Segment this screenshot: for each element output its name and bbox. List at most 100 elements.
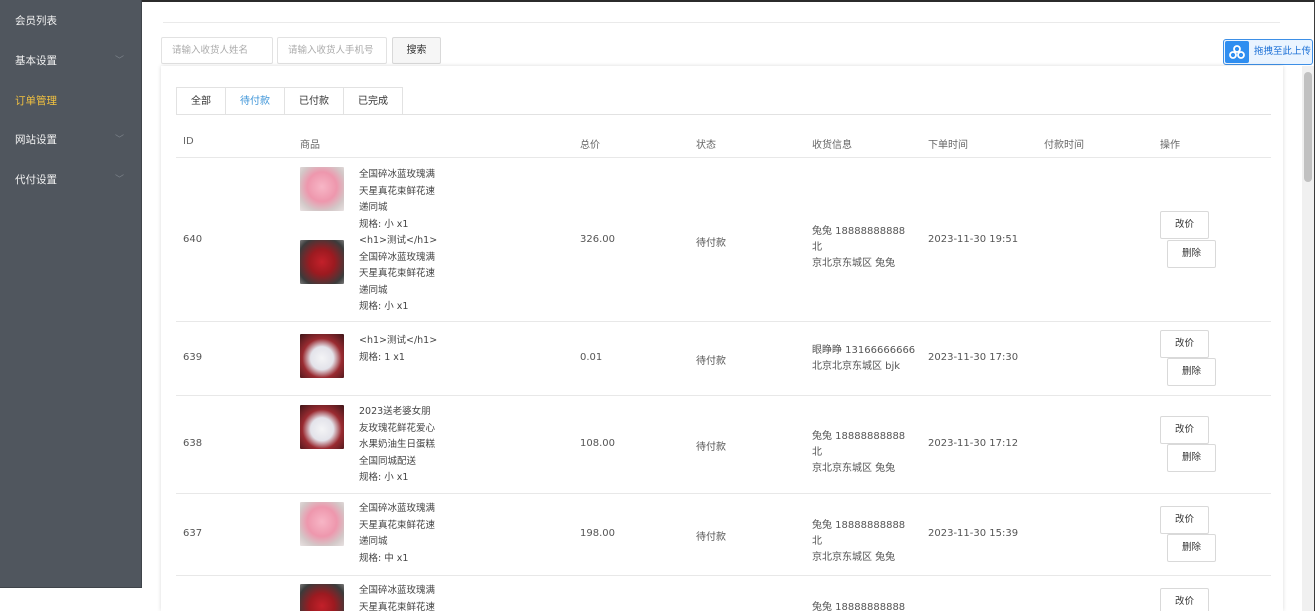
sidebar-item-label: 基本设置 bbox=[15, 55, 57, 67]
table-row: 2023送老婆女朋 友玫瑰花鲜花爱心 水果奶油生日蛋糕 全国同城配送 规格: 小… bbox=[176, 396, 1271, 494]
order-id: 640 bbox=[183, 234, 203, 245]
order-total: 326.00 bbox=[580, 234, 615, 245]
table-row: 全国碎冰蓝玫瑰满 天星真花束鲜花速 兔兔 18888888888 北 改价 bbox=[176, 576, 1271, 611]
chevron-down-icon: ﹀ bbox=[114, 135, 124, 145]
product-spec: 规格: 中 x1 bbox=[359, 552, 409, 564]
window-top-border bbox=[0, 0, 1315, 2]
receiver-line: 兔兔 18888888888 北 bbox=[812, 431, 906, 458]
header-divider bbox=[163, 22, 1280, 23]
table-row: <h1>测试</h1> 规格: 1 x1 639 0.01 待付款 眼睁睁 13… bbox=[176, 322, 1271, 396]
order-time: 2023-11-30 15:39 bbox=[928, 528, 1019, 539]
order-id: 639 bbox=[183, 352, 203, 363]
tabs-divider bbox=[176, 114, 1271, 115]
order-status: 待付款 bbox=[696, 238, 726, 249]
product-text: 全国碎冰蓝玫瑰满 天星真花束鲜花速 bbox=[359, 583, 449, 611]
drag-upload-button[interactable]: 拖拽至此上传 bbox=[1223, 39, 1313, 65]
product-text: 2023送老婆女朋 友玫瑰花鲜花爱心 水果奶油生日蛋糕 全国同城配送 规格: 小… bbox=[359, 404, 449, 487]
product-image bbox=[300, 167, 344, 211]
table-row: 全国碎冰蓝玫瑰满 天星真花束鲜花速 递同城 规格: 中 x1 637 198.0… bbox=[176, 494, 1271, 576]
edit-price-button[interactable]: 改价 bbox=[1160, 416, 1209, 444]
order-status: 待付款 bbox=[696, 532, 726, 543]
product-line: <h1>测试</h1> bbox=[359, 235, 438, 246]
receiver-line: 北京北京东城区 bjk bbox=[812, 361, 901, 372]
tab-all[interactable]: 全部 bbox=[176, 87, 226, 115]
receiver-phone-input[interactable]: 请输入收货人手机号 bbox=[277, 37, 387, 64]
table-header: ID 商品 总价 状态 收货信息 下单时间 付款时间 操作 bbox=[176, 128, 1271, 158]
product-text: <h1>测试</h1> 规格: 1 x1 bbox=[359, 333, 449, 366]
sidebar-item-proxy-pay-settings[interactable]: 代付设置 ﹀ bbox=[0, 161, 141, 201]
product-spec: 规格: 小 x1 bbox=[359, 218, 409, 230]
product-image bbox=[300, 240, 344, 284]
product-line: 全国同城配送 bbox=[359, 455, 417, 467]
edit-price-button[interactable]: 改价 bbox=[1160, 588, 1209, 611]
sidebar-item-basic-settings[interactable]: 基本设置 ﹀ bbox=[0, 42, 141, 82]
receiver-info: 兔兔 18888888888 北 京北京东城区 兔兔 bbox=[812, 429, 916, 477]
product-image bbox=[300, 584, 344, 611]
order-status: 待付款 bbox=[696, 442, 726, 453]
header-product: 商品 bbox=[300, 140, 320, 151]
sidebar-item-orders[interactable]: 订单管理 bbox=[0, 82, 141, 122]
order-time: 2023-11-30 17:12 bbox=[928, 438, 1019, 449]
sidebar-item-members[interactable]: 会员列表 bbox=[0, 0, 141, 42]
receiver-line: 京北京东城区 兔兔 bbox=[812, 258, 896, 269]
product-image bbox=[300, 405, 344, 449]
product-line: 全国碎冰蓝玫瑰满 bbox=[359, 503, 436, 514]
header-pay-time: 付款时间 bbox=[1044, 140, 1084, 151]
delete-button[interactable]: 删除 bbox=[1167, 240, 1216, 268]
product-line: 全国碎冰蓝玫瑰满 bbox=[359, 585, 436, 596]
scrollbar-thumb[interactable] bbox=[1304, 72, 1312, 182]
receiver-name-input[interactable]: 请输入收货人姓名 bbox=[161, 37, 273, 64]
receiver-info: 兔兔 18888888888 北 京北京东城区 兔兔 bbox=[812, 518, 916, 566]
product-line: 全国碎冰蓝玫瑰满 bbox=[359, 169, 436, 180]
product-line: 友玫瑰花鲜花爱心 bbox=[359, 422, 436, 434]
product-spec: 规格: 小 x1 bbox=[359, 472, 409, 483]
tab-paid[interactable]: 已付款 bbox=[285, 87, 344, 115]
cloud-upload-icon bbox=[1225, 41, 1249, 63]
sidebar-item-label: 代付设置 bbox=[15, 173, 57, 186]
product-line: 2023送老婆女朋 bbox=[359, 406, 431, 417]
receiver-info: 眼睁睁 13166666666 北京北京东城区 bjk bbox=[812, 343, 916, 375]
delete-button[interactable]: 删除 bbox=[1167, 444, 1216, 472]
product-text: 全国碎冰蓝玫瑰满 天星真花束鲜花速 递同城 规格: 中 x1 bbox=[359, 501, 449, 567]
orders-panel: 全部 待付款 已付款 已完成 ID 商品 总价 状态 收货信息 下单时间 付款时… bbox=[161, 66, 1283, 611]
receiver-line: 眼睁睁 13166666666 bbox=[812, 345, 916, 356]
order-id: 638 bbox=[183, 438, 203, 449]
sidebar-item-label: 会员列表 bbox=[15, 15, 57, 27]
product-line: 天星真花束鲜花速 bbox=[359, 185, 436, 197]
product-image bbox=[300, 502, 344, 546]
header-ops: 操作 bbox=[1160, 140, 1180, 151]
header-id: ID bbox=[183, 136, 194, 147]
product-line: <h1>测试</h1> bbox=[359, 335, 438, 346]
header-status: 状态 bbox=[696, 140, 716, 151]
tab-pending-payment[interactable]: 待付款 bbox=[226, 87, 285, 115]
receiver-info: 兔兔 18888888888 北 bbox=[812, 600, 916, 611]
product-text: <h1>测试</h1> 全国碎冰蓝玫瑰满 天星真花束鲜花速 递同城 规格: 小 … bbox=[359, 233, 449, 316]
search-button[interactable]: 搜索 bbox=[392, 37, 441, 64]
receiver-line: 京北京东城区 兔兔 bbox=[812, 463, 896, 474]
edit-price-button[interactable]: 改价 bbox=[1160, 211, 1209, 239]
tab-completed[interactable]: 已完成 bbox=[344, 87, 403, 115]
edit-price-button[interactable]: 改价 bbox=[1160, 330, 1209, 358]
receiver-line: 京北京东城区 兔兔 bbox=[812, 552, 896, 563]
order-time: 2023-11-30 19:51 bbox=[928, 234, 1019, 245]
chevron-down-icon: ﹀ bbox=[114, 174, 124, 185]
delete-button[interactable]: 删除 bbox=[1167, 534, 1216, 562]
order-status: 待付款 bbox=[696, 356, 726, 367]
product-line: 全国碎冰蓝玫瑰满 bbox=[359, 251, 436, 263]
chevron-down-icon: ﹀ bbox=[114, 56, 124, 66]
receiver-info: 兔兔 18888888888 北 京北京东城区 兔兔 bbox=[812, 224, 916, 272]
product-spec: 规格: 1 x1 bbox=[359, 351, 405, 363]
edit-price-button[interactable]: 改价 bbox=[1160, 506, 1209, 534]
product-image bbox=[300, 334, 344, 378]
delete-button[interactable]: 删除 bbox=[1167, 358, 1216, 386]
sidebar-item-site-settings[interactable]: 网站设置 ﹀ bbox=[0, 121, 141, 161]
order-total: 0.01 bbox=[580, 352, 603, 363]
order-total: 198.00 bbox=[580, 528, 615, 539]
order-id: 637 bbox=[183, 528, 203, 539]
product-line: 天星真花束鲜花速 bbox=[359, 601, 436, 611]
receiver-line: 兔兔 18888888888 北 bbox=[812, 520, 906, 547]
order-status-tabs: 全部 待付款 已付款 已完成 bbox=[176, 87, 403, 115]
table-row: 全国碎冰蓝玫瑰满 天星真花束鲜花速 递同城 规格: 小 x1 <h1>测试</h… bbox=[176, 158, 1271, 322]
product-line: 递同城 bbox=[359, 536, 388, 547]
header-receiver: 收货信息 bbox=[812, 140, 852, 151]
